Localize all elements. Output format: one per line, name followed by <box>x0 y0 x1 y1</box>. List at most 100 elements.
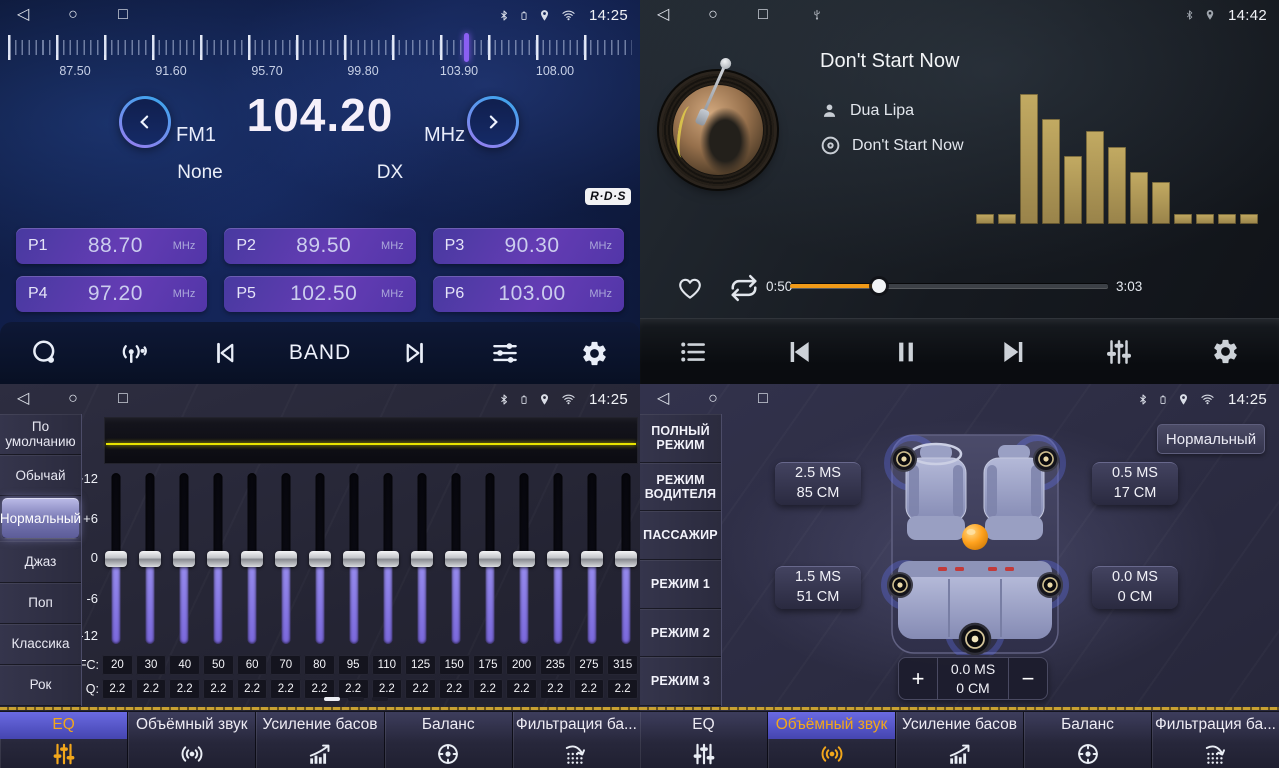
preset-button-p2[interactable]: P289.50MHz <box>224 228 415 264</box>
tab-surround[interactable]: Объёмный звук <box>128 712 256 768</box>
tab-balance[interactable]: Баланс <box>385 712 513 768</box>
q-value[interactable]: 2.2 <box>270 679 301 699</box>
eq-band-slider[interactable] <box>580 473 604 644</box>
repeat-icon[interactable] <box>724 270 764 306</box>
fc-value[interactable]: 150 <box>439 655 470 675</box>
q-value[interactable]: 2.2 <box>136 679 167 699</box>
slider-handle[interactable] <box>207 551 229 567</box>
slider-handle[interactable] <box>479 551 501 567</box>
slider-handle[interactable] <box>445 551 467 567</box>
q-value[interactable]: 2.2 <box>237 679 268 699</box>
recents-button[interactable]: □ <box>112 384 134 414</box>
preset-button-p6[interactable]: P6103.00MHz <box>433 276 624 312</box>
eq-band-slider[interactable] <box>342 473 366 644</box>
tab-eq-sliders[interactable]: EQ <box>640 712 768 768</box>
q-value[interactable]: 2.2 <box>506 679 537 699</box>
eq-band-slider[interactable] <box>410 473 434 644</box>
delay-front-right-button[interactable]: 0.5 MS 17 CM <box>1092 462 1178 505</box>
fc-value[interactable]: 110 <box>372 655 403 675</box>
pause-icon[interactable] <box>879 329 933 375</box>
fc-value[interactable]: 235 <box>540 655 571 675</box>
slider-handle[interactable] <box>343 551 365 567</box>
home-button[interactable]: ○ <box>62 0 84 30</box>
favorite-heart-icon[interactable] <box>670 270 710 306</box>
delay-decrease-button[interactable]: − <box>1009 658 1047 699</box>
home-button[interactable]: ○ <box>702 384 724 414</box>
eq-settings-icon[interactable] <box>478 331 532 375</box>
q-value[interactable]: 2.2 <box>540 679 571 699</box>
fc-value[interactable]: 275 <box>574 655 605 675</box>
fc-value[interactable]: 315 <box>607 655 638 675</box>
tab-balance[interactable]: Баланс <box>1024 712 1152 768</box>
surround-mode-item[interactable]: ПАССАЖИР <box>640 511 721 560</box>
q-value[interactable]: 2.2 <box>607 679 638 699</box>
eq-preset-item[interactable]: По умолчанию <box>0 414 81 455</box>
eq-band-slider[interactable] <box>546 473 570 644</box>
eq-band-slider[interactable] <box>104 473 128 644</box>
eq-band-slider[interactable] <box>138 473 162 644</box>
seek-bar-thumb[interactable] <box>872 279 886 293</box>
seek-bar[interactable] <box>790 284 1108 288</box>
q-value[interactable]: 2.2 <box>169 679 200 699</box>
fc-value[interactable]: 50 <box>203 655 234 675</box>
q-value[interactable]: 2.2 <box>372 679 403 699</box>
q-value[interactable]: 2.2 <box>304 679 335 699</box>
tab-filter[interactable]: Фильтрация ба... <box>1152 712 1279 768</box>
eq-band-slider[interactable] <box>478 473 502 644</box>
fc-value[interactable]: 125 <box>405 655 436 675</box>
slider-handle[interactable] <box>377 551 399 567</box>
back-button[interactable]: ◁ <box>12 384 34 414</box>
tab-surround[interactable]: Объёмный звук <box>768 712 896 768</box>
frequency-scale[interactable]: 87.50 91.60 95.70 99.80 103.90 108.00 <box>0 30 640 82</box>
eq-band-slider[interactable] <box>206 473 230 644</box>
broadcast-icon[interactable] <box>108 331 162 375</box>
recents-button[interactable]: □ <box>112 0 134 30</box>
tab-filter[interactable]: Фильтрация ба... <box>513 712 640 768</box>
slider-handle[interactable] <box>105 551 127 567</box>
eq-band-slider[interactable] <box>444 473 468 644</box>
surround-mode-item[interactable]: РЕЖИМ 3 <box>640 657 721 706</box>
preset-button-p5[interactable]: P5102.50MHz <box>224 276 415 312</box>
back-button[interactable]: ◁ <box>652 0 674 30</box>
slider-handle[interactable] <box>411 551 433 567</box>
preset-button-p1[interactable]: P188.70MHz <box>16 228 207 264</box>
next-track-icon[interactable] <box>986 329 1040 375</box>
tab-bass-boost[interactable]: Усиление басов <box>256 712 384 768</box>
slider-handle[interactable] <box>309 551 331 567</box>
playlist-icon[interactable] <box>666 329 720 375</box>
eq-preset-item[interactable]: Обычай <box>0 455 81 496</box>
next-station-icon[interactable] <box>387 331 441 375</box>
eq-band-slider[interactable] <box>240 473 264 644</box>
eq-preset-item[interactable]: Нормальный <box>2 498 79 539</box>
slider-handle[interactable] <box>275 551 297 567</box>
slider-handle[interactable] <box>615 551 637 567</box>
delay-rear-left-button[interactable]: 1.5 MS 51 CM <box>775 566 861 609</box>
tune-up-button[interactable] <box>467 96 519 148</box>
fc-value[interactable]: 30 <box>136 655 167 675</box>
scan-icon[interactable] <box>18 331 72 375</box>
previous-track-icon[interactable] <box>773 329 827 375</box>
slider-handle[interactable] <box>513 551 535 567</box>
eq-preset-item[interactable]: Джаз <box>0 541 81 582</box>
delay-front-left-button[interactable]: 2.5 MS 85 CM <box>775 462 861 505</box>
settings-gear-icon[interactable] <box>1199 329 1253 375</box>
q-value[interactable]: 2.2 <box>574 679 605 699</box>
fc-value[interactable]: 80 <box>304 655 335 675</box>
slider-handle[interactable] <box>173 551 195 567</box>
q-value[interactable]: 2.2 <box>439 679 470 699</box>
surround-mode-item[interactable]: ПОЛНЫЙ РЕЖИМ <box>640 414 721 463</box>
audio-settings-icon[interactable] <box>1092 329 1146 375</box>
delay-rear-right-button[interactable]: 0.0 MS 0 CM <box>1092 566 1178 609</box>
preset-button-p4[interactable]: P497.20MHz <box>16 276 207 312</box>
slider-handle[interactable] <box>547 551 569 567</box>
q-value[interactable]: 2.2 <box>473 679 504 699</box>
delay-increase-button[interactable]: + <box>899 658 937 699</box>
eq-preset-item[interactable]: Поп <box>0 583 81 624</box>
eq-band-slider[interactable] <box>512 473 536 644</box>
tab-bass-boost[interactable]: Усиление басов <box>896 712 1024 768</box>
previous-station-icon[interactable] <box>199 331 253 375</box>
fc-value[interactable]: 20 <box>102 655 133 675</box>
eq-band-slider[interactable] <box>172 473 196 644</box>
recents-button[interactable]: □ <box>752 0 774 30</box>
fc-value[interactable]: 95 <box>338 655 369 675</box>
